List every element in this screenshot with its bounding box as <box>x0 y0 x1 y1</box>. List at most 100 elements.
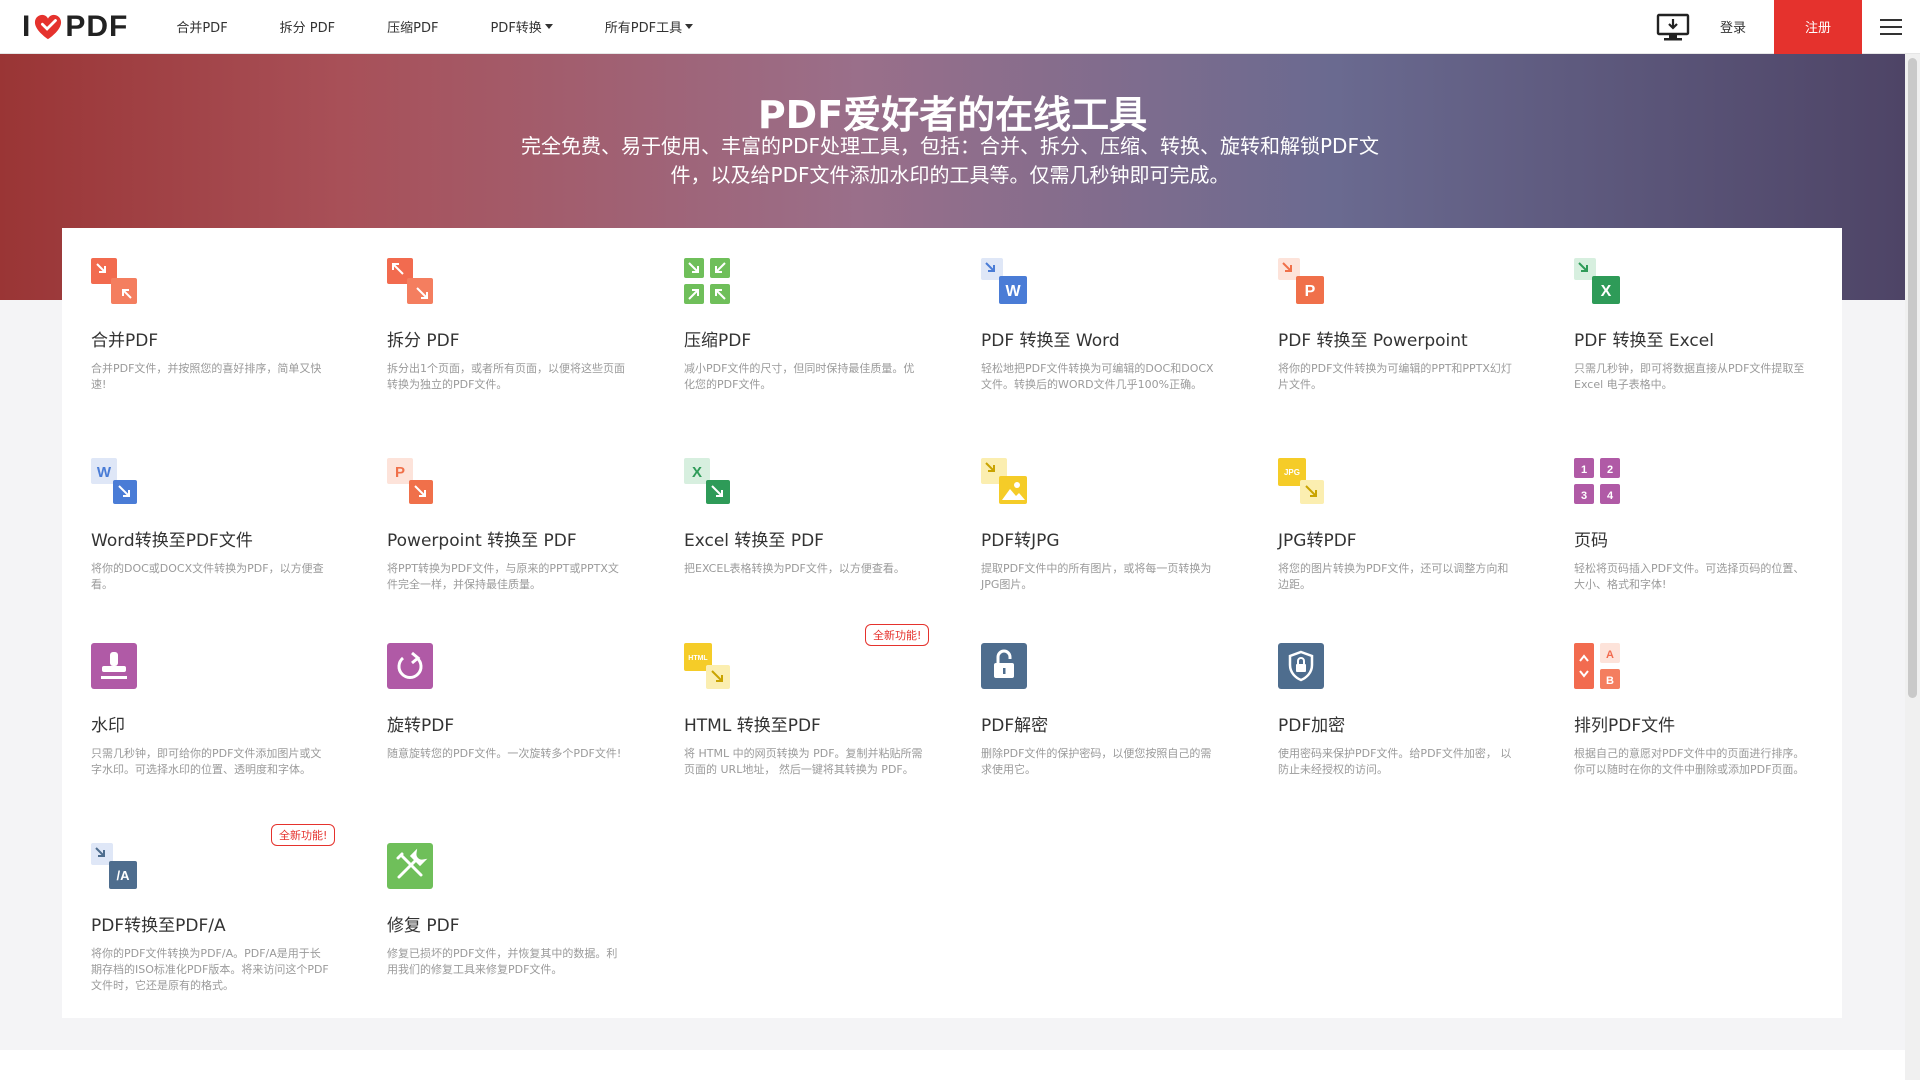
tool-watermark[interactable]: 水印 只需几秒钟，即可给你的PDF文件添加图片或文字水印。可选择水印的位置、透明… <box>91 643 381 778</box>
tool-description: 将 HTML 中的网页转换为 PDF。复制并粘贴所需页面的 URL地址， 然后一… <box>684 747 923 776</box>
tool-title: PDF转JPG <box>981 531 1060 551</box>
tool-word-to-pdf[interactable]: W Word转换至PDF文件 将你的DOC或DOCX文件转换为PDF，以方便查看… <box>91 458 381 593</box>
tool-compress-pdf[interactable]: 压缩PDF 减小PDF文件的尺寸，但同时保持最佳质量。优化您的PDF文件。 <box>684 258 974 393</box>
page-numbers-icon: 1 2 3 4 <box>1574 458 1620 504</box>
compress-icon <box>684 258 730 304</box>
tool-description: 只需几秒钟，即可给你的PDF文件添加图片或文字水印。可选择水印的位置、透明度和字… <box>91 747 322 776</box>
hero-subtitle: 完全免费、易于使用、丰富的PDF处理工具，包括：合并、拆分、压缩、转换、旋转和解… <box>521 134 1379 187</box>
desktop-download-icon[interactable] <box>1656 12 1690 42</box>
svg-text:X: X <box>692 464 702 481</box>
signup-button[interactable]: 注册 <box>1774 0 1862 54</box>
repair-icon <box>387 843 433 889</box>
tool-pdf-to-word[interactable]: W PDF 转换至 Word 轻松地把PDF文件转换为可编辑的DOC和DOCX文… <box>981 258 1271 393</box>
tool-title: HTML 转换至PDF <box>684 716 821 736</box>
svg-text:JPG: JPG <box>1284 468 1300 477</box>
tool-description: 使用密码来保护PDF文件。给PDF文件加密， 以防止未经授权的访问。 <box>1278 747 1512 776</box>
tool-description: 合并PDF文件，并按照您的喜好排序，简单又快速! <box>91 362 322 391</box>
svg-text:W: W <box>1005 283 1021 300</box>
tool-description: 把EXCEL表格转换为PDF文件，以方便查看。 <box>684 562 905 575</box>
organize-icon: A B <box>1574 643 1620 689</box>
tool-title: Word转换至PDF文件 <box>91 531 253 551</box>
tool-html-to-pdf[interactable]: HTML HTML 转换至PDF 将 HTML 中的网页转换为 PDF。复制并粘… <box>684 643 974 778</box>
pdf-to-word-icon: W <box>981 258 1027 304</box>
nav-compress-pdf[interactable]: 压缩PDF <box>387 17 438 36</box>
svg-text:X: X <box>1601 283 1612 300</box>
svg-text:P: P <box>395 464 405 481</box>
powerpoint-to-pdf-icon: P <box>387 458 433 504</box>
tool-description: 只需几秒钟，即可将数据直接从PDF文件提取至Excel 电子表格中。 <box>1574 362 1805 391</box>
tool-title: 页码 <box>1574 531 1608 551</box>
tool-description: 将PPT转换为PDF文件，与原来的PPT或PPTX文件完全一样，并保持最佳质量。 <box>387 562 619 591</box>
svg-text:/A: /A <box>117 868 131 883</box>
tool-title: PDF解密 <box>981 716 1049 736</box>
tool-pdf-to-jpg[interactable]: PDF转JPG 提取PDF文件中的所有图片，或将每一页转换为JPG图片。 <box>981 458 1271 593</box>
svg-text:B: B <box>1606 675 1614 687</box>
merge-icon <box>91 258 137 304</box>
html-to-pdf-icon: HTML <box>684 643 730 689</box>
tool-title: JPG转PDF <box>1278 531 1357 551</box>
ilovepdf-logo[interactable]: I PDF <box>22 10 128 44</box>
logo-text-pdf: PDF <box>65 9 129 43</box>
tool-pdf-to-excel[interactable]: X PDF 转换至 Excel 只需几秒钟，即可将数据直接从PDF文件提取至Ex… <box>1574 258 1864 393</box>
tool-split-pdf[interactable]: 拆分 PDF 拆分出1个页面，或者所有页面，以便将这些页面转换为独立的PDF文件… <box>387 258 677 393</box>
new-feature-badge: 全新功能! <box>271 824 336 846</box>
tool-page-numbers[interactable]: 1 2 3 4 页码 轻松将页码插入PDF文件。可选择页码的位置、大小、格式和字… <box>1574 458 1864 593</box>
tool-title: 拆分 PDF <box>387 331 460 351</box>
tool-description: 拆分出1个页面，或者所有页面，以便将这些页面转换为独立的PDF文件。 <box>387 362 625 391</box>
tool-title: 旋转PDF <box>387 716 455 736</box>
nav-split-pdf[interactable]: 拆分 PDF <box>280 17 335 36</box>
tool-jpg-to-pdf[interactable]: JPG JPG转PDF 将您的图片转换为PDF文件，还可以调整方向和边距。 <box>1278 458 1568 593</box>
tool-description: 将你的PDF文件转换为PDF/A。PDF/A是用于长期存档的ISO标准化PDF版… <box>91 947 329 992</box>
tool-pdf-to-powerpoint[interactable]: P PDF 转换至 Powerpoint 将你的PDF文件转换为可编辑的PPT和… <box>1278 258 1568 393</box>
svg-text:3: 3 <box>1581 490 1587 502</box>
hamburger-menu-icon[interactable] <box>1862 0 1920 54</box>
tool-description: 根据自己的意愿对PDF文件中的页面进行排序。你可以随时在你的文件中删除或添加PD… <box>1574 747 1805 776</box>
svg-text:A: A <box>1606 649 1614 661</box>
tool-description: 将您的图片转换为PDF文件，还可以调整方向和边距。 <box>1278 562 1509 591</box>
tool-title: PDF加密 <box>1278 716 1346 736</box>
shield-icon <box>1278 643 1324 689</box>
tool-title: PDF 转换至 Powerpoint <box>1278 331 1468 351</box>
scrollbar-thumb[interactable] <box>1908 58 1917 698</box>
main-nav: 合并PDF 拆分 PDF 压缩PDF PDF转换 所有PDF工具 <box>176 0 745 53</box>
word-to-pdf-icon: W <box>91 458 137 504</box>
tool-description: 轻松将页码插入PDF文件。可选择页码的位置、大小、格式和字体! <box>1574 562 1805 591</box>
tool-title: 合并PDF <box>91 331 159 351</box>
nav-convert-pdf-dropdown[interactable]: PDF转换 <box>490 17 553 36</box>
nav-all-tools-dropdown[interactable]: 所有PDF工具 <box>605 17 694 36</box>
tool-title: 排列PDF文件 <box>1574 716 1676 736</box>
nav-merge-pdf[interactable]: 合并PDF <box>176 17 227 36</box>
jpg-to-pdf-icon: JPG <box>1278 458 1324 504</box>
tool-description: 将你的PDF文件转换为可编辑的PPT和PPTX幻灯片文件。 <box>1278 362 1512 391</box>
pdf-to-powerpoint-icon: P <box>1278 258 1324 304</box>
tool-repair-pdf[interactable]: 修复 PDF 修复已损坏的PDF文件，并恢复其中的数据。利用我们的修复工具来修复… <box>387 843 677 978</box>
tool-organize-pdf[interactable]: A B 排列PDF文件 根据自己的意愿对PDF文件中的页面进行排序。你可以随时在… <box>1574 643 1864 778</box>
tool-title: PDF转换至PDF/A <box>91 916 226 936</box>
tool-protect-pdf[interactable]: PDF加密 使用密码来保护PDF文件。给PDF文件加密， 以防止未经授权的访问。 <box>1278 643 1568 778</box>
unlock-icon <box>981 643 1027 689</box>
tool-pdf-to-pdfa[interactable]: /A PDF转换至PDF/A 将你的PDF文件转换为PDF/A。PDF/A是用于… <box>91 843 381 994</box>
tool-excel-to-pdf[interactable]: X Excel 转换至 PDF 把EXCEL表格转换为PDF文件，以方便查看。 <box>684 458 974 577</box>
svg-text:2: 2 <box>1607 464 1613 476</box>
footer-area <box>0 1050 1905 1080</box>
svg-text:HTML: HTML <box>688 655 708 662</box>
pdf-to-excel-icon: X <box>1574 258 1620 304</box>
svg-text:P: P <box>1305 283 1316 300</box>
login-link[interactable]: 登录 <box>1720 17 1746 36</box>
hero-title: PDF爱好者的在线工具 <box>757 93 1148 137</box>
tool-description: 轻松地把PDF文件转换为可编辑的DOC和DOCX文件。转换后的WORD文件几乎1… <box>981 362 1214 391</box>
tool-description: 减小PDF文件的尺寸，但同时保持最佳质量。优化您的PDF文件。 <box>684 362 915 391</box>
new-feature-badge: 全新功能! <box>865 624 930 646</box>
tool-unlock-pdf[interactable]: PDF解密 删除PDF文件的保护密码，以便您按照自己的需求使用它。 <box>981 643 1271 778</box>
caret-down-icon <box>685 24 694 29</box>
tool-powerpoint-to-pdf[interactable]: P Powerpoint 转换至 PDF 将PPT转换为PDF文件，与原来的PP… <box>387 458 677 593</box>
rotate-icon <box>387 643 433 689</box>
tool-description: 修复已损坏的PDF文件，并恢复其中的数据。利用我们的修复工具来修复PDF文件。 <box>387 947 618 976</box>
tool-title: 修复 PDF <box>387 916 460 936</box>
tool-title: PDF 转换至 Excel <box>1574 331 1714 351</box>
tool-title: 水印 <box>91 716 125 736</box>
tool-rotate-pdf[interactable]: 旋转PDF 随意旋转您的PDF文件。一次旋转多个PDF文件! <box>387 643 677 762</box>
tool-description: 删除PDF文件的保护密码，以便您按照自己的需求使用它。 <box>981 747 1212 776</box>
tool-merge-pdf[interactable]: 合并PDF 合并PDF文件，并按照您的喜好排序，简单又快速! <box>91 258 381 393</box>
page-scrollbar[interactable] <box>1905 54 1920 1080</box>
